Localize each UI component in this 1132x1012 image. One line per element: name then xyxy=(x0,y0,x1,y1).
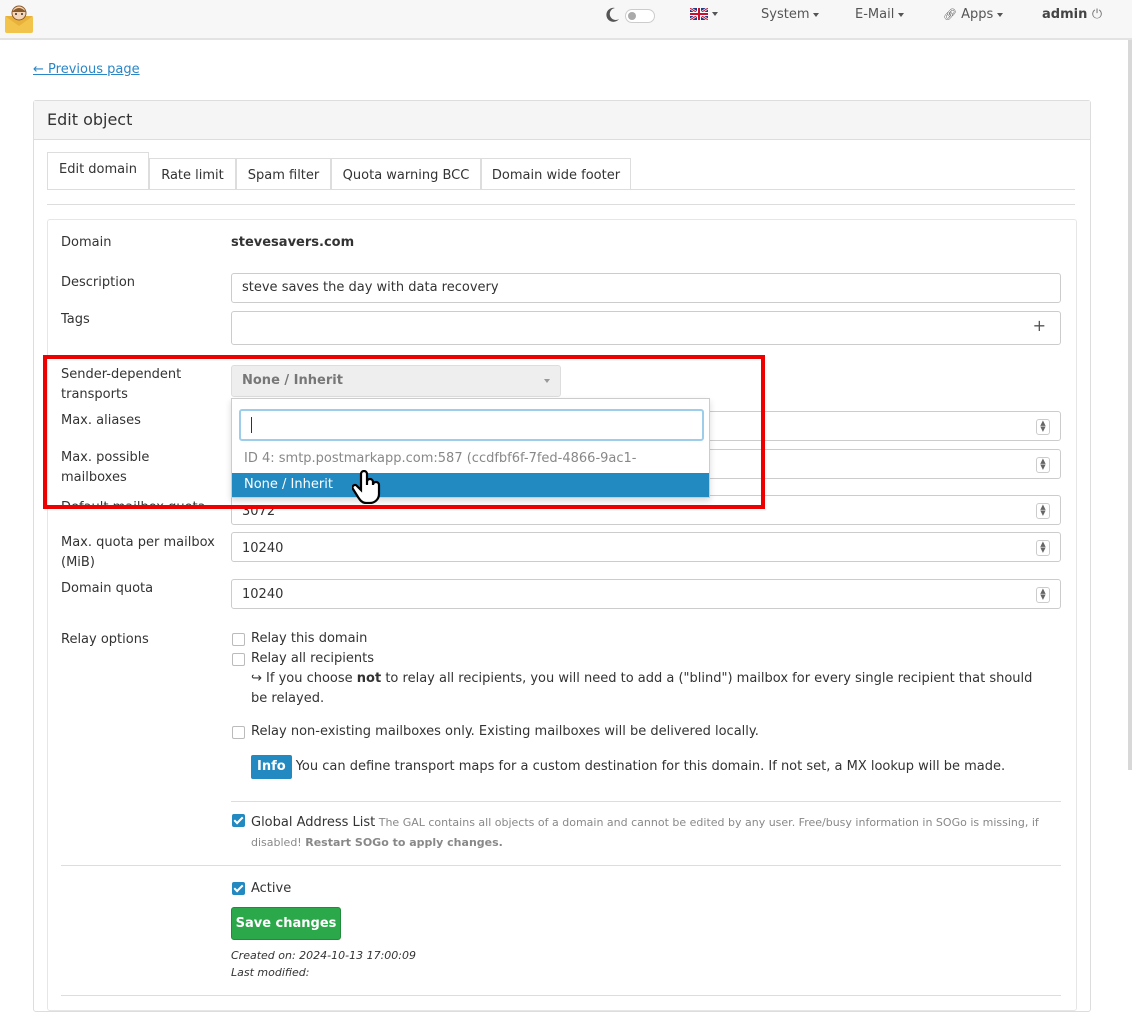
number-spinner-icon[interactable]: ▲ ▼ xyxy=(1036,457,1050,473)
power-icon: ⏻ xyxy=(1091,7,1103,22)
relay-nonexisting-checkbox[interactable] xyxy=(232,726,245,739)
relay-domain-checkbox[interactable] xyxy=(232,633,245,646)
domain-quota-input[interactable]: 10240 ▲ ▼ xyxy=(231,579,1061,609)
chevron-down-icon xyxy=(813,12,820,17)
relay-options-label: Relay options xyxy=(61,632,149,647)
number-spinner-icon[interactable]: ▲ ▼ xyxy=(1036,540,1050,556)
gal-title: Global Address List xyxy=(251,815,376,830)
info-note: Info You can define transport maps for a … xyxy=(251,755,1041,779)
divider xyxy=(61,865,1061,866)
tab-divider xyxy=(47,189,1075,190)
domain-label: Domain xyxy=(61,235,112,250)
page-scrollbar[interactable] xyxy=(1128,40,1132,770)
previous-page-link[interactable]: ← Previous page xyxy=(33,62,140,77)
mailcow-logo-icon[interactable] xyxy=(3,4,35,34)
link-icon: 🔗︎ xyxy=(943,8,957,21)
plus-icon[interactable]: + xyxy=(1033,316,1046,335)
nav-system[interactable]: System xyxy=(761,7,820,22)
description-input[interactable]: steve saves the day with data recovery xyxy=(231,273,1061,303)
tab-rate-limit[interactable]: Rate limit xyxy=(149,158,236,190)
chevron-down-icon xyxy=(997,12,1004,17)
tab-spam-filter[interactable]: Spam filter xyxy=(236,158,331,190)
max-quota-value: 10240 xyxy=(242,541,284,556)
description-value: steve saves the day with data recovery xyxy=(242,280,499,295)
description-label: Description xyxy=(61,275,136,290)
nav-admin[interactable]: admin ⏻ xyxy=(1042,7,1102,22)
nav-system-label: System xyxy=(761,7,810,22)
relay-all-checkbox[interactable] xyxy=(232,653,245,666)
tab-domain-wide-footer[interactable]: Domain wide footer xyxy=(481,158,631,190)
top-navbar: System E-Mail 🔗︎ Apps admin ⏻ xyxy=(0,0,1132,40)
created-on: Created on: 2024-10-13 17:00:09 xyxy=(231,949,417,962)
tab-quota-warning-bcc[interactable]: Quota warning BCC xyxy=(331,158,481,190)
last-modified: Last modified: xyxy=(231,966,310,979)
number-spinner-icon[interactable]: ▲ ▼ xyxy=(1036,503,1050,519)
relay-note: ↪ If you choose not to relay all recipie… xyxy=(251,669,1041,709)
panel-header: Edit object xyxy=(34,101,1090,140)
language-menu[interactable] xyxy=(689,6,718,21)
gal-checkbox[interactable] xyxy=(232,814,245,827)
relay-nonexisting-label: Relay non-existing mailboxes only. Exist… xyxy=(251,724,759,739)
tab-divider-2 xyxy=(47,204,1075,205)
domain-quota-value: 10240 xyxy=(242,587,284,602)
relay-domain-label: Relay this domain xyxy=(251,631,368,646)
dark-mode-toggle[interactable] xyxy=(625,9,655,23)
info-badge: Info xyxy=(251,755,292,779)
moon-icon xyxy=(606,7,619,22)
divider xyxy=(231,801,1061,802)
divider xyxy=(61,995,1061,996)
chevron-down-icon xyxy=(712,11,718,16)
max-quota-label: Max. quota per mailbox (MiB) xyxy=(61,535,215,570)
nav-email-label: E-Mail xyxy=(855,7,895,22)
max-quota-input[interactable]: 10240 ▲ ▼ xyxy=(231,532,1061,562)
tags-input[interactable]: + xyxy=(231,311,1061,345)
chevron-down-icon xyxy=(898,12,905,17)
number-spinner-icon[interactable]: ▲ ▼ xyxy=(1036,587,1050,603)
info-text: You can define transport maps for a cust… xyxy=(295,759,1006,774)
nav-apps-label: Apps xyxy=(961,7,994,22)
tags-label: Tags xyxy=(61,312,90,327)
active-checkbox[interactable] xyxy=(232,882,245,895)
nav-admin-label: admin xyxy=(1042,7,1088,22)
toggle-knob xyxy=(628,12,636,20)
gal-description: Global Address List The GAL contains all… xyxy=(251,813,1041,853)
relay-all-label: Relay all recipients xyxy=(251,651,374,666)
gal-restart-note: Restart SOGo to apply changes. xyxy=(305,836,503,849)
highlight-box xyxy=(43,355,765,509)
relay-note-pre: ↪ If you choose xyxy=(251,671,357,686)
number-spinner-icon[interactable]: ▲ ▼ xyxy=(1036,419,1050,435)
save-changes-button[interactable]: Save changes xyxy=(231,907,341,940)
domain-value: stevesavers.com xyxy=(231,235,355,250)
active-label: Active xyxy=(251,881,292,896)
nav-email[interactable]: E-Mail xyxy=(855,7,905,22)
domain-quota-label: Domain quota xyxy=(61,581,154,596)
uk-flag-icon xyxy=(689,6,709,21)
relay-note-bold: not xyxy=(356,671,382,686)
panel-title: Edit object xyxy=(47,110,133,129)
tab-edit-domain[interactable]: Edit domain xyxy=(47,152,149,190)
nav-apps[interactable]: 🔗︎ Apps xyxy=(943,7,1004,22)
